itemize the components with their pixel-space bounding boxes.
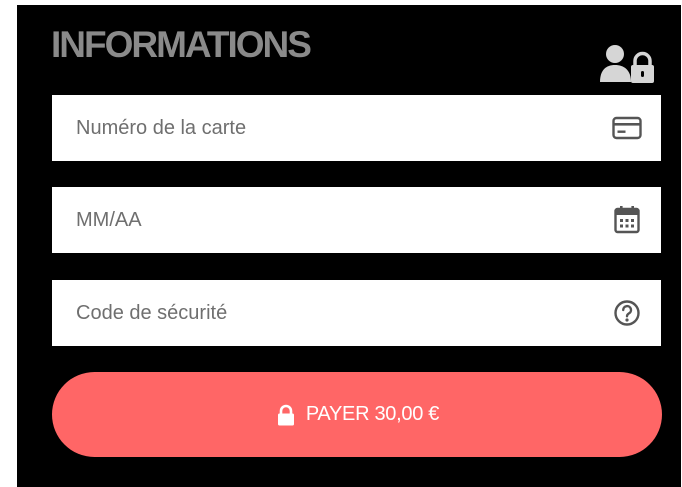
card-number-field[interactable] xyxy=(52,95,661,161)
expiry-field[interactable] xyxy=(52,187,661,253)
user-lock-icon xyxy=(598,42,654,86)
help-circle-icon[interactable] xyxy=(611,298,643,328)
calendar-icon xyxy=(611,205,643,235)
security-code-field[interactable] xyxy=(52,280,661,346)
pay-button[interactable]: PAYER 30,00 € xyxy=(52,372,662,457)
security-code-input[interactable] xyxy=(52,280,616,346)
card-number-input[interactable] xyxy=(52,95,616,161)
credit-card-icon xyxy=(611,113,643,143)
pay-button-label: PAYER 30,00 € xyxy=(305,403,440,425)
payment-panel: INFORMATIONS Numéro de la carte MM/AA Co… xyxy=(17,5,681,487)
lock-icon xyxy=(275,404,297,426)
expiry-input[interactable] xyxy=(52,187,616,253)
page-title: INFORMATIONS xyxy=(51,24,312,65)
